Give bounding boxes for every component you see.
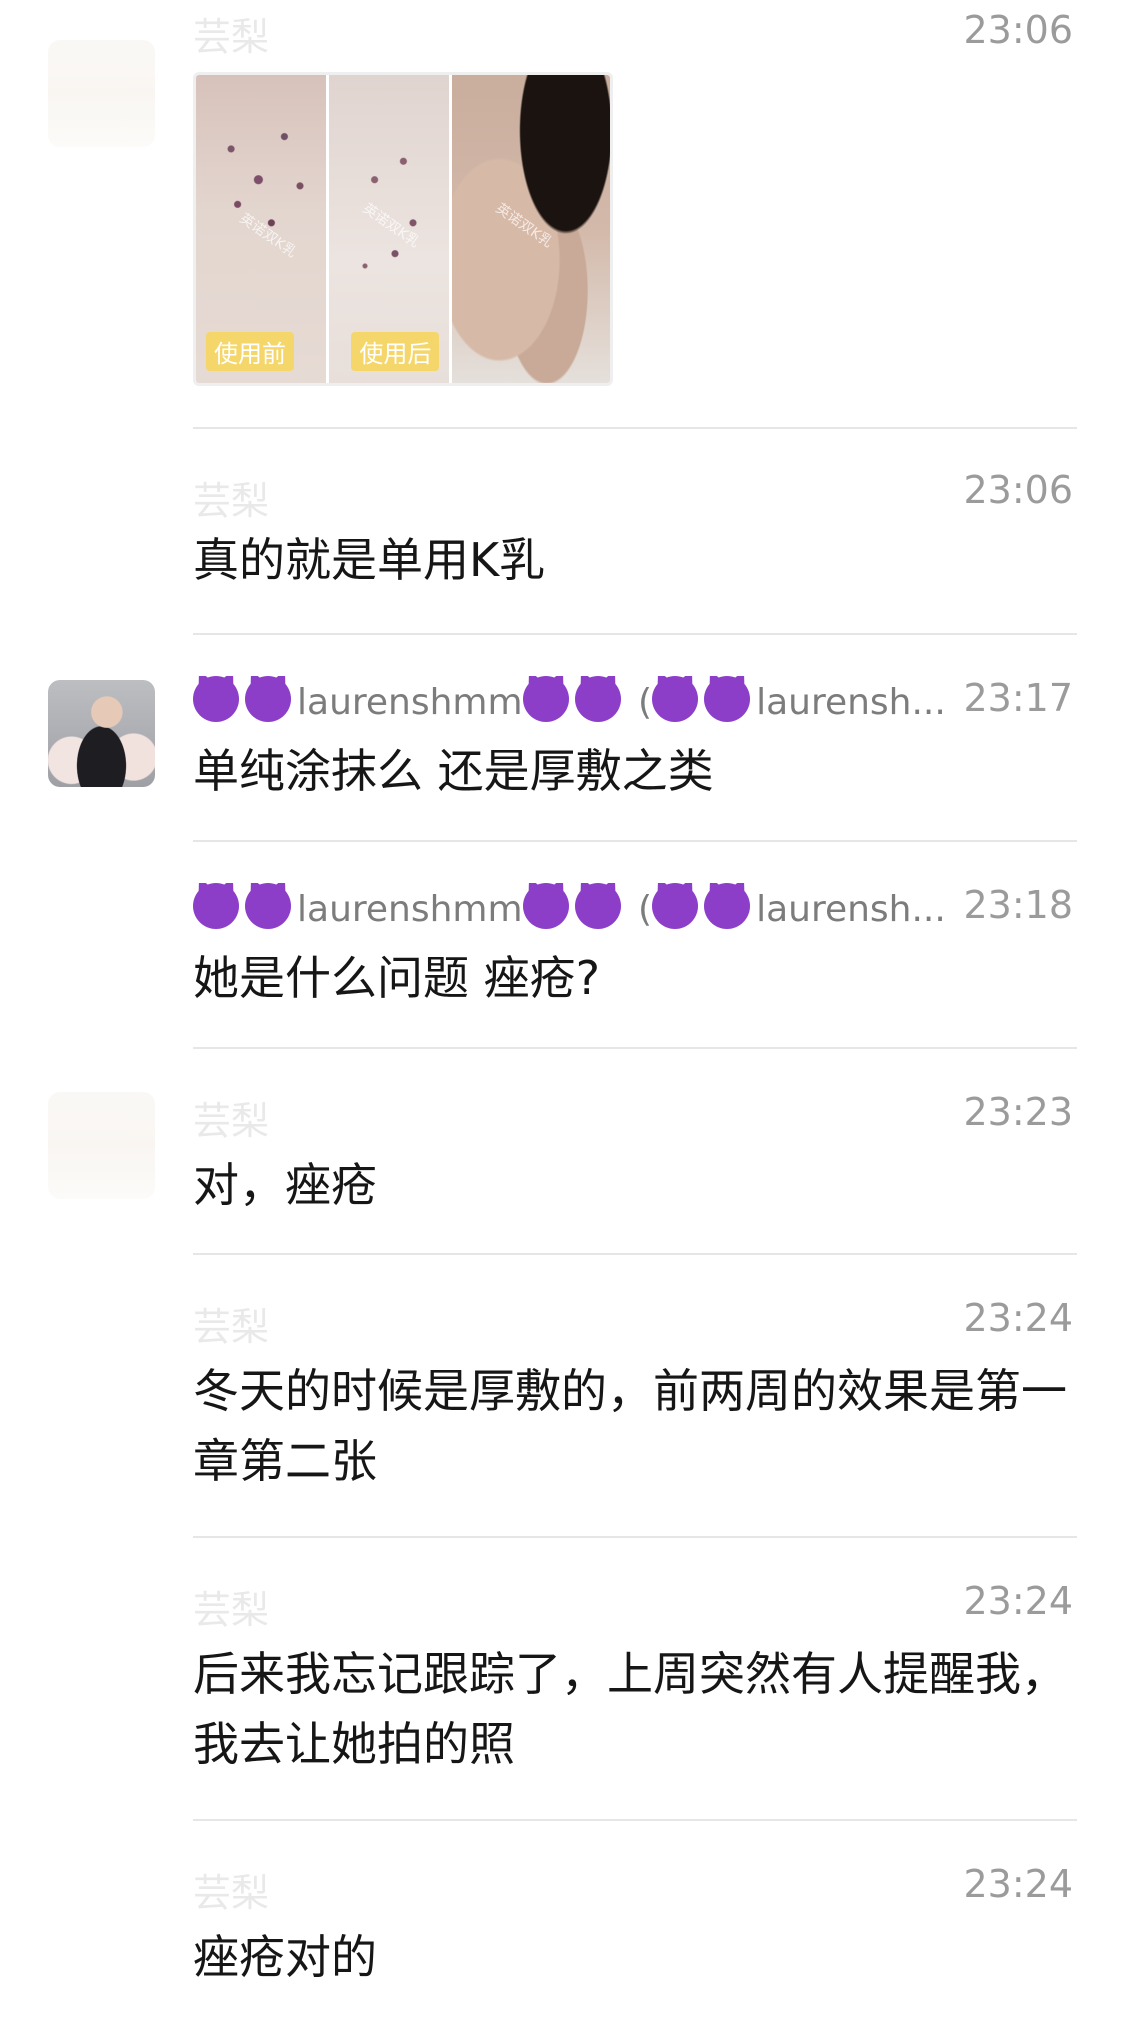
before-label: 使用前 [206, 332, 294, 371]
message-time: 23:24 [963, 1579, 1073, 1623]
message-time: 23:24 [963, 1296, 1073, 1340]
smiling-imp-icon [522, 883, 569, 929]
message-text: 痤疮对的 [193, 1930, 377, 1984]
after-label: 使用后 [351, 332, 440, 371]
chat-message: 芸梨 23:24 冬天的时候是厚敷的，前两周的效果是第一章第二张 [0, 1256, 1125, 1538]
message-divider [193, 1253, 1077, 1255]
chat-message: 芸梨 23:24 痤疮对的 [0, 1822, 1125, 2020]
message-divider [193, 1536, 1077, 1538]
smiling-imp-icon [704, 883, 751, 929]
chat-message: 芸梨 23:24 后来我忘记跟踪了，上周突然有人提醒我，我去让她拍的照 [0, 1539, 1125, 1821]
message-text: 对，痤疮 [193, 1158, 377, 1212]
smiling-imp-icon [193, 676, 239, 722]
message-divider [193, 1819, 1077, 1821]
chat-message: 芸梨 23:23 对，痤疮 [0, 1050, 1125, 1255]
chat-message: 芸梨 23:06 真的就是单用K乳 [0, 430, 1125, 635]
sender-name: laurenshmm ( laurensh... [193, 676, 946, 723]
smiling-imp-icon [245, 676, 291, 722]
watermark: 英诺双K乳 [236, 210, 300, 262]
smiling-imp-icon [245, 883, 291, 929]
sender-name: 芸梨 [193, 1305, 270, 1349]
message-text: 她是什么问题 痤疮? [193, 951, 601, 1005]
sender-name: 芸梨 [193, 479, 270, 523]
smiling-imp-icon [522, 676, 569, 722]
sender-suffix-paren: ( [638, 889, 653, 930]
sender-name: 芸梨 [193, 15, 270, 59]
avatar[interactable] [48, 40, 155, 147]
message-time: 23:06 [963, 468, 1073, 512]
smiling-imp-icon [193, 883, 239, 929]
avatar[interactable] [48, 680, 155, 787]
message-text: 真的就是单用K乳 [193, 533, 546, 587]
message-text: 单纯涂抹么 还是厚敷之类 [193, 744, 714, 798]
chat-message-image: 芸梨 23:06 英诺双K乳 使用前 英诺双K乳 使用后 英诺双K乳 [0, 0, 1125, 420]
message-divider [193, 427, 1077, 429]
sender-suffix-paren: ( [638, 682, 653, 723]
sender-name: 芸梨 [193, 1099, 270, 1143]
photo-panel-before-1: 英诺双K乳 使用前 [196, 75, 327, 383]
before-after-image[interactable]: 英诺双K乳 使用前 英诺双K乳 使用后 英诺双K乳 [193, 72, 613, 386]
photo-panel-before-2: 英诺双K乳 使用后 [326, 75, 450, 383]
message-divider [193, 1047, 1077, 1049]
sender-name-text: laurenshmm [297, 682, 523, 723]
message-time: 23:18 [963, 883, 1073, 927]
watermark: 英诺双K乳 [359, 200, 423, 252]
chat-message: laurenshmm ( laurensh... 23:17 单纯涂抹么 还是厚敷… [0, 636, 1125, 841]
avatar[interactable] [48, 1092, 155, 1199]
message-time: 23:06 [963, 8, 1073, 52]
message-time: 23:17 [963, 676, 1073, 720]
sender-name: 芸梨 [193, 1871, 270, 1915]
message-text: 后来我忘记跟踪了，上周突然有人提醒我，我去让她拍的照 [193, 1647, 1067, 1771]
sender-name-text: laurenshmm [297, 889, 523, 930]
sender-name: 芸梨 [193, 1588, 270, 1632]
watermark: 英诺双K乳 [493, 200, 556, 252]
smiling-imp-icon [652, 883, 699, 929]
sender-suffix-text: laurensh... [756, 889, 946, 930]
message-time: 23:23 [963, 1090, 1073, 1134]
photo-panel-after: 英诺双K乳 [449, 75, 610, 383]
message-text: 冬天的时候是厚敷的，前两周的效果是第一章第二张 [193, 1364, 1067, 1488]
message-divider [193, 840, 1077, 842]
smiling-imp-icon [652, 676, 699, 722]
smiling-imp-icon [574, 676, 621, 722]
smiling-imp-icon [704, 676, 751, 722]
message-divider [193, 633, 1077, 635]
sender-suffix-text: laurensh... [756, 682, 946, 723]
smiling-imp-icon [574, 883, 621, 929]
message-time: 23:24 [963, 1862, 1073, 1906]
chat-message: laurenshmm ( laurensh... 23:18 她是什么问题 痤疮? [0, 843, 1125, 1048]
sender-name: laurenshmm ( laurensh... [193, 883, 946, 930]
